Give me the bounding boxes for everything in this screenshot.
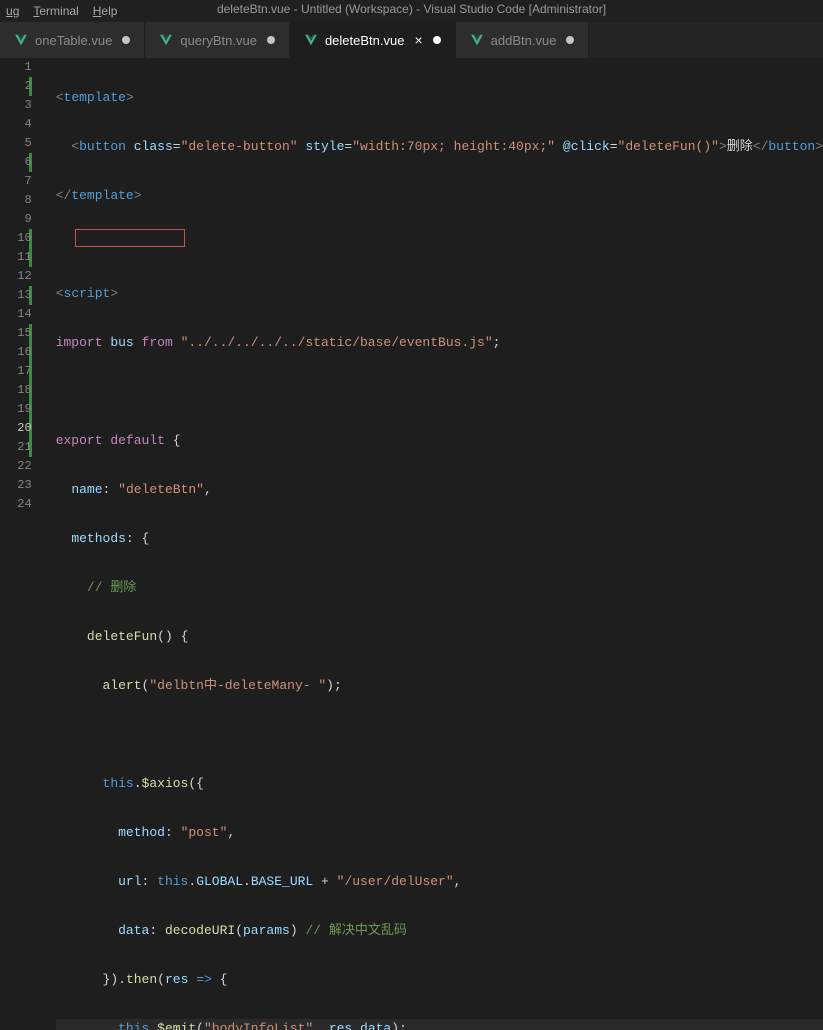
code-line: name: "deleteBtn", [56, 480, 823, 499]
code-line: <template> [56, 88, 823, 107]
window-title: deleteBtn.vue - Untitled (Workspace) - V… [0, 2, 823, 16]
vue-icon [159, 33, 173, 47]
dirty-indicator-icon [566, 36, 574, 44]
vue-icon [470, 33, 484, 47]
code-line: alert("delbtn中-deleteMany- "); [56, 676, 823, 695]
line-number-gutter: 123456789101112131415161718192021222324 [0, 58, 42, 515]
tab-label: addBtn.vue [491, 33, 557, 48]
line-number: 10 [0, 229, 32, 248]
tab-addBtn-vue[interactable]: addBtn.vue [456, 22, 590, 58]
tab-deleteBtn-vue[interactable]: deleteBtn.vue × [290, 22, 456, 58]
line-number: 4 [0, 115, 32, 134]
tab-oneTable-vue[interactable]: oneTable.vue [0, 22, 145, 58]
line-number: 5 [0, 134, 32, 153]
code-line [56, 725, 823, 744]
line-number: 8 [0, 191, 32, 210]
line-number: 1 [0, 58, 32, 77]
code-line: <script> [56, 284, 823, 303]
line-number: 11 [0, 248, 32, 267]
line-number: 22 [0, 457, 32, 476]
tab-label: oneTable.vue [35, 33, 112, 48]
line-number: 16 [0, 343, 32, 362]
vue-icon [304, 33, 318, 47]
code-line: export default { [56, 431, 823, 450]
code-line: <button class="delete-button" style="wid… [56, 137, 823, 156]
code-line: this.$axios({ [56, 774, 823, 793]
line-number: 19 [0, 400, 32, 419]
line-number: 23 [0, 476, 32, 495]
line-number: 9 [0, 210, 32, 229]
line-number: 15 [0, 324, 32, 343]
code-line: import bus from "../../../../../static/b… [56, 333, 823, 352]
line-number: 14 [0, 305, 32, 324]
line-number: 2 [0, 77, 32, 96]
menu-debug[interactable]: ug [6, 4, 19, 18]
code-line: // 删除 [56, 578, 823, 597]
line-number: 24 [0, 495, 32, 514]
menubar: ug Terminal Help deleteBtn.vue - Untitle… [0, 0, 823, 22]
code-line: methods: { [56, 529, 823, 548]
code-area[interactable]: <template> <button class="delete-button"… [42, 58, 823, 515]
code-line [56, 382, 823, 401]
vue-icon [14, 33, 28, 47]
line-number: 20 [0, 419, 32, 438]
tab-label: queryBtn.vue [180, 33, 257, 48]
line-number: 3 [0, 96, 32, 115]
menu-terminal[interactable]: Terminal [33, 4, 78, 18]
line-number: 13 [0, 286, 32, 305]
menu-help[interactable]: Help [93, 4, 118, 18]
line-number: 17 [0, 362, 32, 381]
dirty-indicator-icon [267, 36, 275, 44]
code-line: url: this.GLOBAL.BASE_URL + "/user/delUs… [56, 872, 823, 891]
code-line: this.$emit("bodyInfoList", res.data); [56, 1019, 823, 1030]
editor[interactable]: 123456789101112131415161718192021222324 … [0, 58, 823, 515]
code-line: method: "post", [56, 823, 823, 842]
code-line [56, 235, 823, 254]
line-number [0, 514, 32, 533]
line-number: 6 [0, 153, 32, 172]
tabbar: oneTable.vue queryBtn.vue deleteBtn.vue × ad… [0, 22, 823, 58]
code-line: }).then(res => { [56, 970, 823, 989]
dirty-indicator-icon [122, 36, 130, 44]
code-line: data: decodeURI(params) // 解决中文乱码 [56, 921, 823, 940]
tab-label: deleteBtn.vue [325, 33, 405, 48]
code-line: deleteFun() { [56, 627, 823, 646]
close-icon[interactable]: × [414, 33, 422, 47]
code-line: </template> [56, 186, 823, 205]
dirty-indicator-icon [433, 36, 441, 44]
line-number: 7 [0, 172, 32, 191]
line-number: 18 [0, 381, 32, 400]
line-number: 21 [0, 438, 32, 457]
tab-queryBtn-vue[interactable]: queryBtn.vue [145, 22, 290, 58]
line-number: 12 [0, 267, 32, 286]
